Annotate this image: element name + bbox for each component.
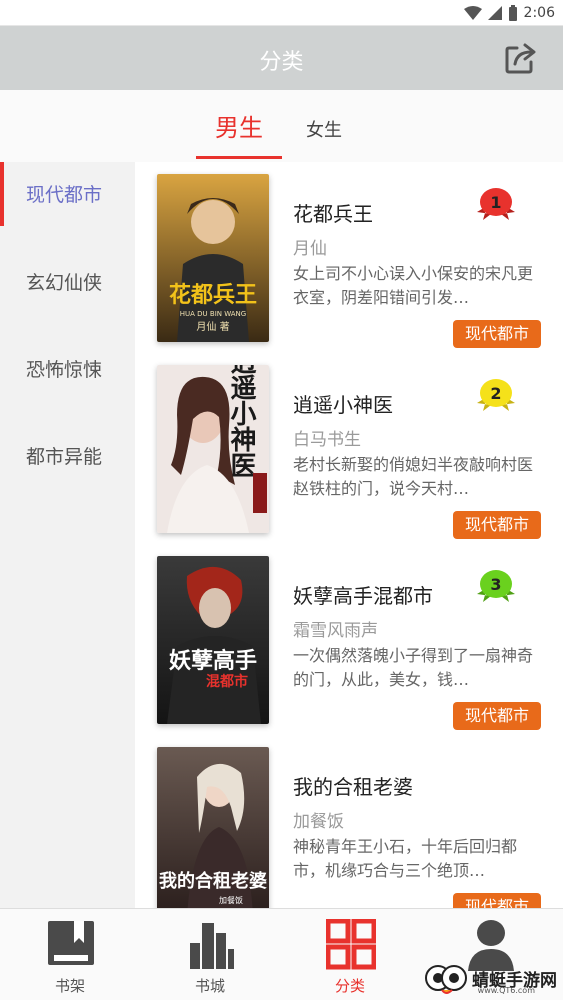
- rank-ribbon-icon: 1: [477, 188, 515, 220]
- nav-bookstore[interactable]: 书城: [160, 909, 260, 1000]
- cover-author: 加餐饭: [219, 895, 243, 905]
- cover-title: 逍遥小神医: [226, 365, 256, 478]
- sidebar-item-label: 恐怖惊悚: [26, 359, 103, 381]
- share-button[interactable]: [503, 40, 539, 76]
- book-title[interactable]: 逍遥小神医: [293, 389, 393, 418]
- nav-bookshelf[interactable]: 书架: [20, 909, 120, 1000]
- book-category-tag[interactable]: 现代都市: [453, 702, 541, 730]
- sidebar-item-label: 玄幻仙侠: [26, 272, 103, 294]
- sidebar-item-label: 都市异能: [26, 446, 103, 468]
- share-icon: [505, 43, 536, 74]
- tab-female[interactable]: 女生: [298, 116, 350, 142]
- app-header: 分类: [0, 26, 563, 90]
- nav-label: 分类: [334, 977, 365, 995]
- book-cover[interactable]: 我的合租老婆 加餐饭: [157, 747, 269, 908]
- book-category-tag[interactable]: 现代都市: [453, 893, 541, 908]
- page-title: 分类: [259, 50, 304, 75]
- book-description: 女上司不小心误入小保安的宋凡更衣室，阴差阳错间引发…: [293, 264, 534, 307]
- sidebar-item-horror[interactable]: 恐怖惊悚: [0, 337, 135, 397]
- rank-ribbon-icon: 2: [477, 379, 515, 411]
- book-item[interactable]: 逍遥小神医 逍遥小神医 白马书生 老村长新娶的俏媳妇半夜敲响村医赵铁柱的门，说今…: [135, 353, 563, 539]
- nav-label: 书架: [54, 977, 85, 995]
- active-tab-indicator: [196, 156, 282, 159]
- dragonfly-logo-icon: [425, 965, 467, 994]
- cover-subtitle: 混都市: [206, 673, 248, 690]
- cover-title: 我的合租老婆: [159, 870, 267, 892]
- gender-tabs: 男生 女生: [0, 90, 563, 162]
- book-item[interactable]: 我的合租老婆 加餐饭 我的合租老婆 加餐饭 神秘青年王小石，十年后回归都市，机缘…: [135, 735, 563, 908]
- book-cover[interactable]: 逍遥小神医: [157, 365, 269, 533]
- rank-number: 1: [490, 193, 501, 212]
- book-cover[interactable]: 妖孽高手 混都市: [157, 556, 269, 724]
- book-title[interactable]: 妖孽高手混都市: [293, 580, 433, 609]
- battery-icon: [508, 5, 517, 21]
- nav-label: 书城: [194, 977, 225, 995]
- tab-male[interactable]: 男生: [196, 108, 282, 143]
- sidebar-item-urban-ability[interactable]: 都市异能: [0, 424, 135, 484]
- active-indicator: [0, 162, 4, 226]
- cover-title: 花都兵王: [169, 282, 257, 308]
- signal-icon: [487, 6, 502, 20]
- watermark: 蜻蜓手游网 www.QT6.com: [424, 960, 557, 996]
- book-description: 老村长新娶的俏媳妇半夜敲响村医赵铁柱的门，说今天村…: [293, 455, 534, 498]
- nav-category[interactable]: 分类: [300, 909, 400, 1000]
- book-category-tag[interactable]: 现代都市: [453, 320, 541, 348]
- book-list: 花都兵王 HUA DU BIN WANG 月仙 著 花都兵王 月仙 女上司不小心…: [135, 162, 563, 908]
- bookshelf-icon: [48, 921, 94, 965]
- sidebar-item-fantasy[interactable]: 玄幻仙侠: [0, 250, 135, 310]
- book-description: 神秘青年王小石，十年后回归都市，机缘巧合与三个绝顶…: [293, 837, 518, 880]
- rank-number: 3: [490, 575, 501, 594]
- status-icons: 2:06: [463, 3, 555, 23]
- book-author: 白马书生: [293, 430, 361, 450]
- book-title[interactable]: 花都兵王: [293, 198, 373, 227]
- cover-subtitle: HUA DU BIN WANG: [180, 310, 246, 318]
- category-sidebar: 现代都市 玄幻仙侠 恐怖惊悚 都市异能: [0, 162, 135, 908]
- book-author: 霜雪风雨声: [293, 621, 378, 641]
- bookstore-icon: [190, 923, 234, 969]
- book-author: 月仙: [293, 239, 327, 259]
- book-item[interactable]: 花都兵王 HUA DU BIN WANG 月仙 著 花都兵王 月仙 女上司不小心…: [135, 162, 563, 348]
- cover-title: 妖孽高手: [169, 648, 257, 674]
- book-cover[interactable]: 花都兵王 HUA DU BIN WANG 月仙 著: [157, 174, 269, 342]
- category-icon: [326, 919, 376, 970]
- watermark-url: www.QT6.com: [477, 986, 535, 995]
- sidebar-item-label: 现代都市: [26, 184, 103, 206]
- wifi-icon: [463, 6, 482, 20]
- book-description: 一次偶然落魄小子得到了一扇神奇的门，从此，美女，钱…: [293, 646, 534, 689]
- sidebar-item-modern-city[interactable]: 现代都市: [0, 162, 135, 226]
- rank-ribbon-icon: 3: [477, 570, 515, 602]
- book-item[interactable]: 妖孽高手 混都市 妖孽高手混都市 霜雪风雨声 一次偶然落魄小子得到了一扇神奇的门…: [135, 544, 563, 730]
- rank-number: 2: [490, 384, 501, 403]
- book-category-tag[interactable]: 现代都市: [453, 511, 541, 539]
- status-bar: 2:06: [0, 0, 563, 26]
- book-author: 加餐饭: [293, 812, 344, 832]
- status-time: 2:06: [523, 5, 555, 21]
- book-title[interactable]: 我的合租老婆: [293, 771, 413, 800]
- cover-author: 月仙 著: [196, 320, 229, 333]
